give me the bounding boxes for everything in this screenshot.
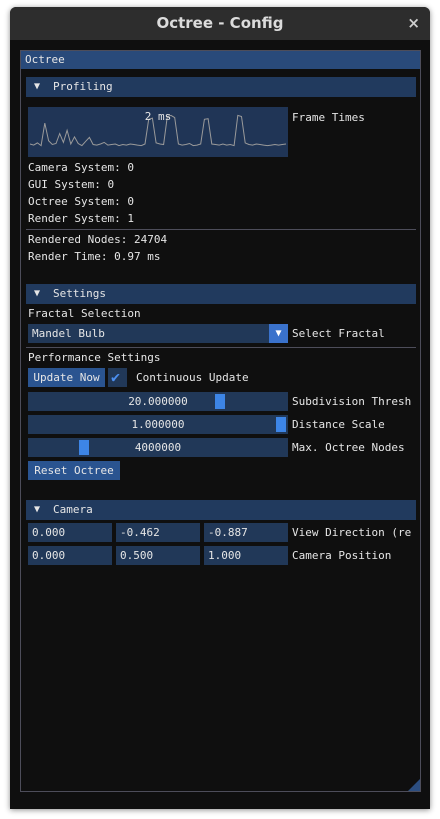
continuous-update-checkbox[interactable]: ✔ [108,368,127,387]
fractal-select[interactable]: Mandel Bulb ▼ [28,324,288,343]
profiling-header[interactable]: ▼ Profiling [26,77,416,97]
chevron-down-icon[interactable]: ▼ [269,324,288,343]
slider-value: 1.000000 [131,418,185,431]
input-value: 0.000 [32,526,66,539]
input-value: 0.000 [32,549,66,562]
view-direction-x-input[interactable]: 0.000 [28,523,112,542]
slider-value: 4000000 [134,441,182,454]
panel-title-text: Octree [25,53,65,66]
input-value: 0.500 [120,549,154,562]
subdivision-threshold-label: Subdivision Thresh [292,395,412,408]
window-titlebar[interactable]: Octree - Config × [10,7,430,40]
octree-panel: Octree ▼ Profiling 2 ms Frame Times Came… [20,50,421,792]
camera-position-x-input[interactable]: 0.000 [28,546,112,565]
view-direction-z-input[interactable]: -0.887 [204,523,288,542]
view-direction-y-input[interactable]: -0.462 [116,523,200,542]
select-fractal-label: Select Fractal [292,327,385,340]
frame-times-label: Frame Times [292,111,365,124]
distance-scale-slider[interactable]: 1.000000 [28,415,288,434]
input-value: -0.462 [120,526,160,539]
camera-position-z-input[interactable]: 1.000 [204,546,288,565]
render-system-stat: Render System: 1 [28,212,134,225]
camera-header[interactable]: ▼ Camera [26,500,416,520]
profiling-header-label: Profiling [53,80,113,93]
octree-system-stat: Octree System: 0 [28,195,134,208]
max-octree-nodes-slider[interactable]: 4000000 [28,438,288,457]
resize-grip[interactable] [408,779,420,791]
camera-header-label: Camera [53,503,93,516]
plot-overlay-text: 2 ms [144,110,172,123]
collapse-arrow-icon: ▼ [34,288,41,299]
checkmark-icon: ✔ [111,368,121,386]
separator [26,229,416,230]
subdivision-threshold-slider[interactable]: 20.000000 [28,392,288,411]
rendered-nodes-stat: Rendered Nodes: 24704 [28,233,168,246]
collapse-arrow-icon: ▼ [34,81,41,92]
window-title: Octree - Config [156,14,284,32]
close-icon[interactable]: × [407,14,420,32]
input-value: -0.887 [208,526,248,539]
render-time-stat: Render Time: 0.97 ms [28,250,161,263]
camera-position-label: Camera Position [292,549,392,562]
max-octree-nodes-label: Max. Octree Nodes [292,441,405,454]
input-value: 1.000 [208,549,242,562]
settings-header-label: Settings [53,287,106,300]
fractal-selection-label: Fractal Selection [28,307,141,320]
update-now-button[interactable]: Update Now [28,368,105,387]
camera-system-stat: Camera System: 0 [28,161,134,174]
view-direction-label: View Direction (re [292,526,412,539]
camera-position-y-input[interactable]: 0.500 [116,546,200,565]
fractal-select-value: Mandel Bulb [32,327,105,340]
settings-header[interactable]: ▼ Settings [26,284,416,304]
gui-system-stat: GUI System: 0 [28,178,115,191]
performance-settings-label: Performance Settings [28,351,161,364]
collapse-arrow-icon: ▼ [34,504,41,515]
continuous-update-label: Continuous Update [136,371,249,384]
panel-title[interactable]: Octree [21,51,420,69]
config-window: Octree - Config × Octree ▼ Profiling 2 m… [10,7,430,809]
reset-octree-button[interactable]: Reset Octree [28,461,120,480]
separator [26,347,416,348]
slider-value: 20.000000 [128,395,188,408]
distance-scale-label: Distance Scale [292,418,385,431]
frame-times-plot[interactable]: 2 ms [28,107,288,157]
